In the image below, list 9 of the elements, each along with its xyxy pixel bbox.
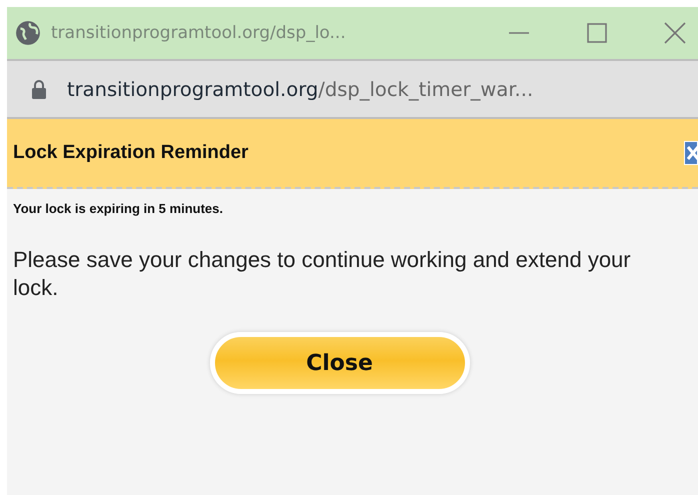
dialog-title: Lock Expiration Reminder	[13, 142, 250, 164]
globe-icon	[15, 20, 41, 46]
close-button[interactable]: Close	[210, 332, 470, 394]
lock-icon	[31, 79, 47, 99]
notice-text: Your lock is expiring in 5 minutes.	[13, 201, 224, 216]
message-text: Please save your changes to continue working and extend your lock.	[13, 246, 632, 302]
window-title: transitionprogramtool.org/dsp_lo...	[51, 23, 347, 43]
maximize-icon[interactable]	[586, 22, 608, 44]
close-icon[interactable]	[664, 22, 686, 44]
